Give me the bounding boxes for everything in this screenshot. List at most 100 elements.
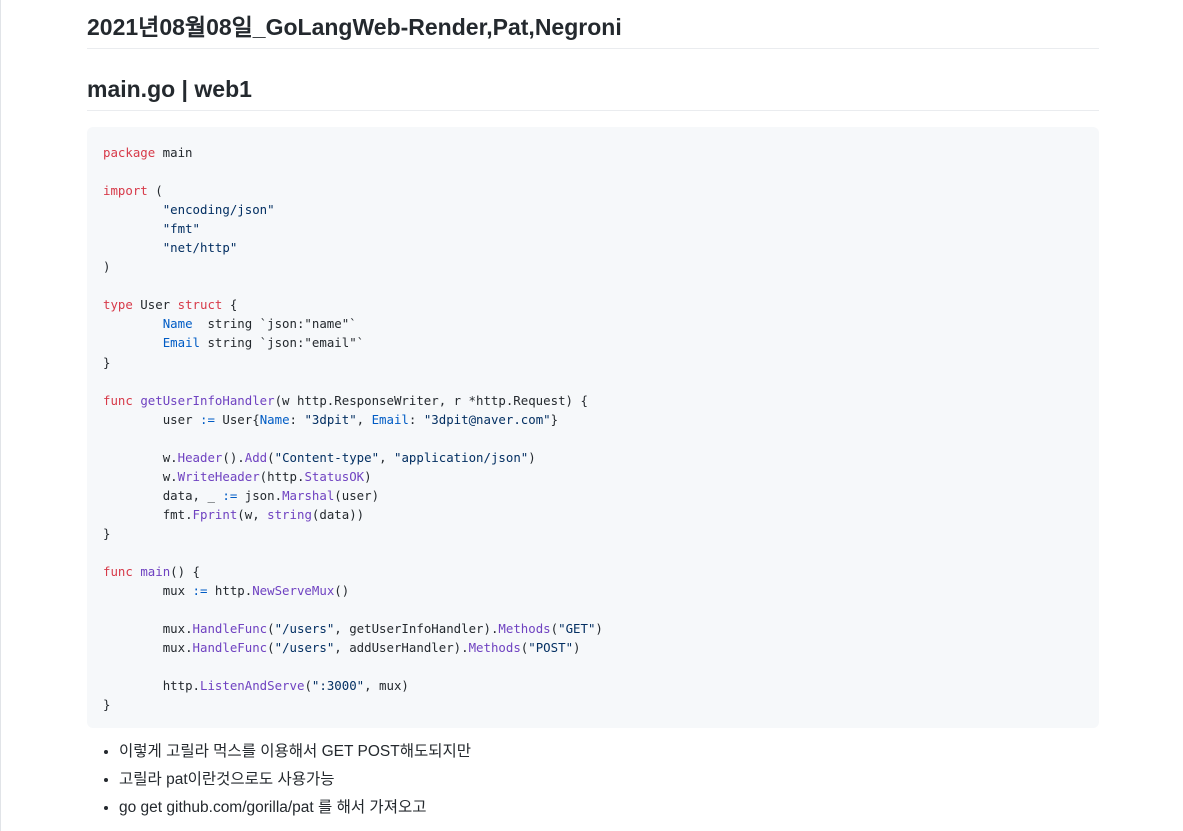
code-token: "Content-type" xyxy=(274,449,380,465)
code-token: mux. xyxy=(103,621,193,637)
code-token: "net/http" xyxy=(103,240,238,256)
code-token: main xyxy=(155,145,193,160)
code-token: HandleFunc xyxy=(192,621,268,637)
code-token: ListenAndServe xyxy=(200,678,305,694)
code-token: "GET" xyxy=(558,621,596,637)
code-token: (http. xyxy=(259,468,305,484)
code-token: HandleFunc xyxy=(192,640,268,656)
code-line: "encoding/json" xyxy=(103,202,275,217)
code-line: Email string `json:"email"` xyxy=(103,335,364,350)
code-line: func main() { xyxy=(103,564,200,579)
code-line: mux.HandleFunc("/users", addUserHandler)… xyxy=(103,640,581,655)
code-token: } xyxy=(103,354,111,370)
code-token: main xyxy=(140,564,171,580)
code-token: , mux) xyxy=(364,678,409,694)
list-item: 고릴라 pat이란것으로도 사용가능 xyxy=(119,766,1099,794)
code-token: , getUserInfoHandler). xyxy=(334,621,499,637)
code-token: (). xyxy=(222,449,245,465)
code-line: "net/http" xyxy=(103,240,238,256)
code-token: "application/json" xyxy=(393,449,529,465)
code-line: } xyxy=(103,526,110,541)
code-token: "fmt" xyxy=(103,221,200,237)
code-token: , addUserHandler). xyxy=(334,640,469,656)
code-token: User xyxy=(132,297,178,313)
code-token: package xyxy=(103,145,156,160)
code-token: , xyxy=(356,411,372,427)
code-token: mux. xyxy=(103,640,193,656)
code-token: := xyxy=(192,583,208,599)
code-token: http. xyxy=(103,678,200,694)
code-token: Email xyxy=(162,335,200,351)
code-line: mux.HandleFunc("/users", getUserInfoHand… xyxy=(103,621,603,636)
code-token: ( xyxy=(304,678,312,694)
code-line: "fmt" xyxy=(103,221,200,236)
code-token: http. xyxy=(207,583,253,599)
code-token: NewServeMux xyxy=(252,583,335,599)
code-line: func getUserInfoHandler(w http.ResponseW… xyxy=(103,393,588,408)
code-token: "POST" xyxy=(528,640,574,656)
code-line: w.WriteHeader(http.StatusOK) xyxy=(103,469,372,484)
code-token: , xyxy=(379,449,394,465)
code-token: ( xyxy=(267,640,275,656)
code-token: Fprint xyxy=(192,506,238,522)
code-token: := xyxy=(200,411,215,427)
code-line: w.Header().Add("Content-type", "applicat… xyxy=(103,450,536,465)
code-token: "3dpit" xyxy=(304,411,357,427)
code-token: () xyxy=(334,583,350,599)
code-token: type xyxy=(103,297,133,313)
list-item: go get github.com/gorilla/pat 를 해서 가져오고 xyxy=(119,794,1099,822)
code-token: func xyxy=(103,564,133,580)
code-token: ( xyxy=(267,621,275,637)
code-token: ) xyxy=(528,449,536,465)
code-token: func xyxy=(103,392,133,408)
code-token: Email xyxy=(371,411,409,427)
code-token: } xyxy=(103,697,111,713)
page-left-border xyxy=(0,0,1,831)
code-line: data, _ := json.Marshal(user) xyxy=(103,488,379,503)
code-token: Methods xyxy=(498,621,551,637)
code-token: json. xyxy=(237,487,283,503)
code-token: string `json:"name"` xyxy=(192,316,357,332)
code-token: WriteHeader xyxy=(177,468,260,484)
code-token: "/users" xyxy=(274,621,335,637)
code-token: : xyxy=(289,411,305,427)
code-token: user xyxy=(103,411,200,427)
code-line: } xyxy=(103,355,110,370)
code-token: data, _ xyxy=(103,487,223,503)
document-title: 2021년08월08일_GoLangWeb-Render,Pat,Negroni xyxy=(87,0,1099,49)
code-token: (w, xyxy=(237,506,268,522)
code-token: } xyxy=(103,525,111,541)
code-token: := xyxy=(222,487,238,503)
code-token: Name xyxy=(259,411,290,427)
code-token: ) xyxy=(364,468,372,484)
code-token: : xyxy=(408,411,424,427)
code-token: "encoding/json" xyxy=(103,202,275,218)
code-token: Methods xyxy=(468,640,521,656)
code-token: getUserInfoHandler xyxy=(140,392,275,408)
document-body: 2021년08월08일_GoLangWeb-Render,Pat,Negroni… xyxy=(87,0,1099,822)
code-token: ) xyxy=(103,259,111,275)
code-line: user := User{Name: "3dpit", Email: "3dpi… xyxy=(103,412,558,427)
code-token: StatusOK xyxy=(304,468,365,484)
code-line: http.ListenAndServe(":3000", mux) xyxy=(103,678,409,693)
code-token: struct xyxy=(177,297,223,313)
code-line: fmt.Fprint(w, string(data)) xyxy=(103,507,364,522)
code-token: (data)) xyxy=(311,506,365,522)
code-lines: package main import ( "encoding/json" "f… xyxy=(103,145,603,712)
code-block[interactable]: package main import ( "encoding/json" "f… xyxy=(87,127,1099,728)
code-line: ) xyxy=(103,259,110,274)
code-token: () { xyxy=(170,564,200,580)
code-token: mux xyxy=(103,583,193,599)
code-token: Marshal xyxy=(282,487,335,503)
code-token: ( xyxy=(147,183,163,199)
code-line: mux := http.NewServeMux() xyxy=(103,583,350,599)
code-token: ":3000" xyxy=(311,678,365,694)
code-token: ) xyxy=(573,640,581,656)
code-token: string xyxy=(267,506,312,522)
code-token: (w http.ResponseWriter, r *http.Request)… xyxy=(274,392,588,408)
code-token: ( xyxy=(550,621,559,637)
code-line: import ( xyxy=(103,183,163,198)
section-heading: main.go | web1 xyxy=(87,74,1099,111)
code-token: ) xyxy=(595,621,603,637)
